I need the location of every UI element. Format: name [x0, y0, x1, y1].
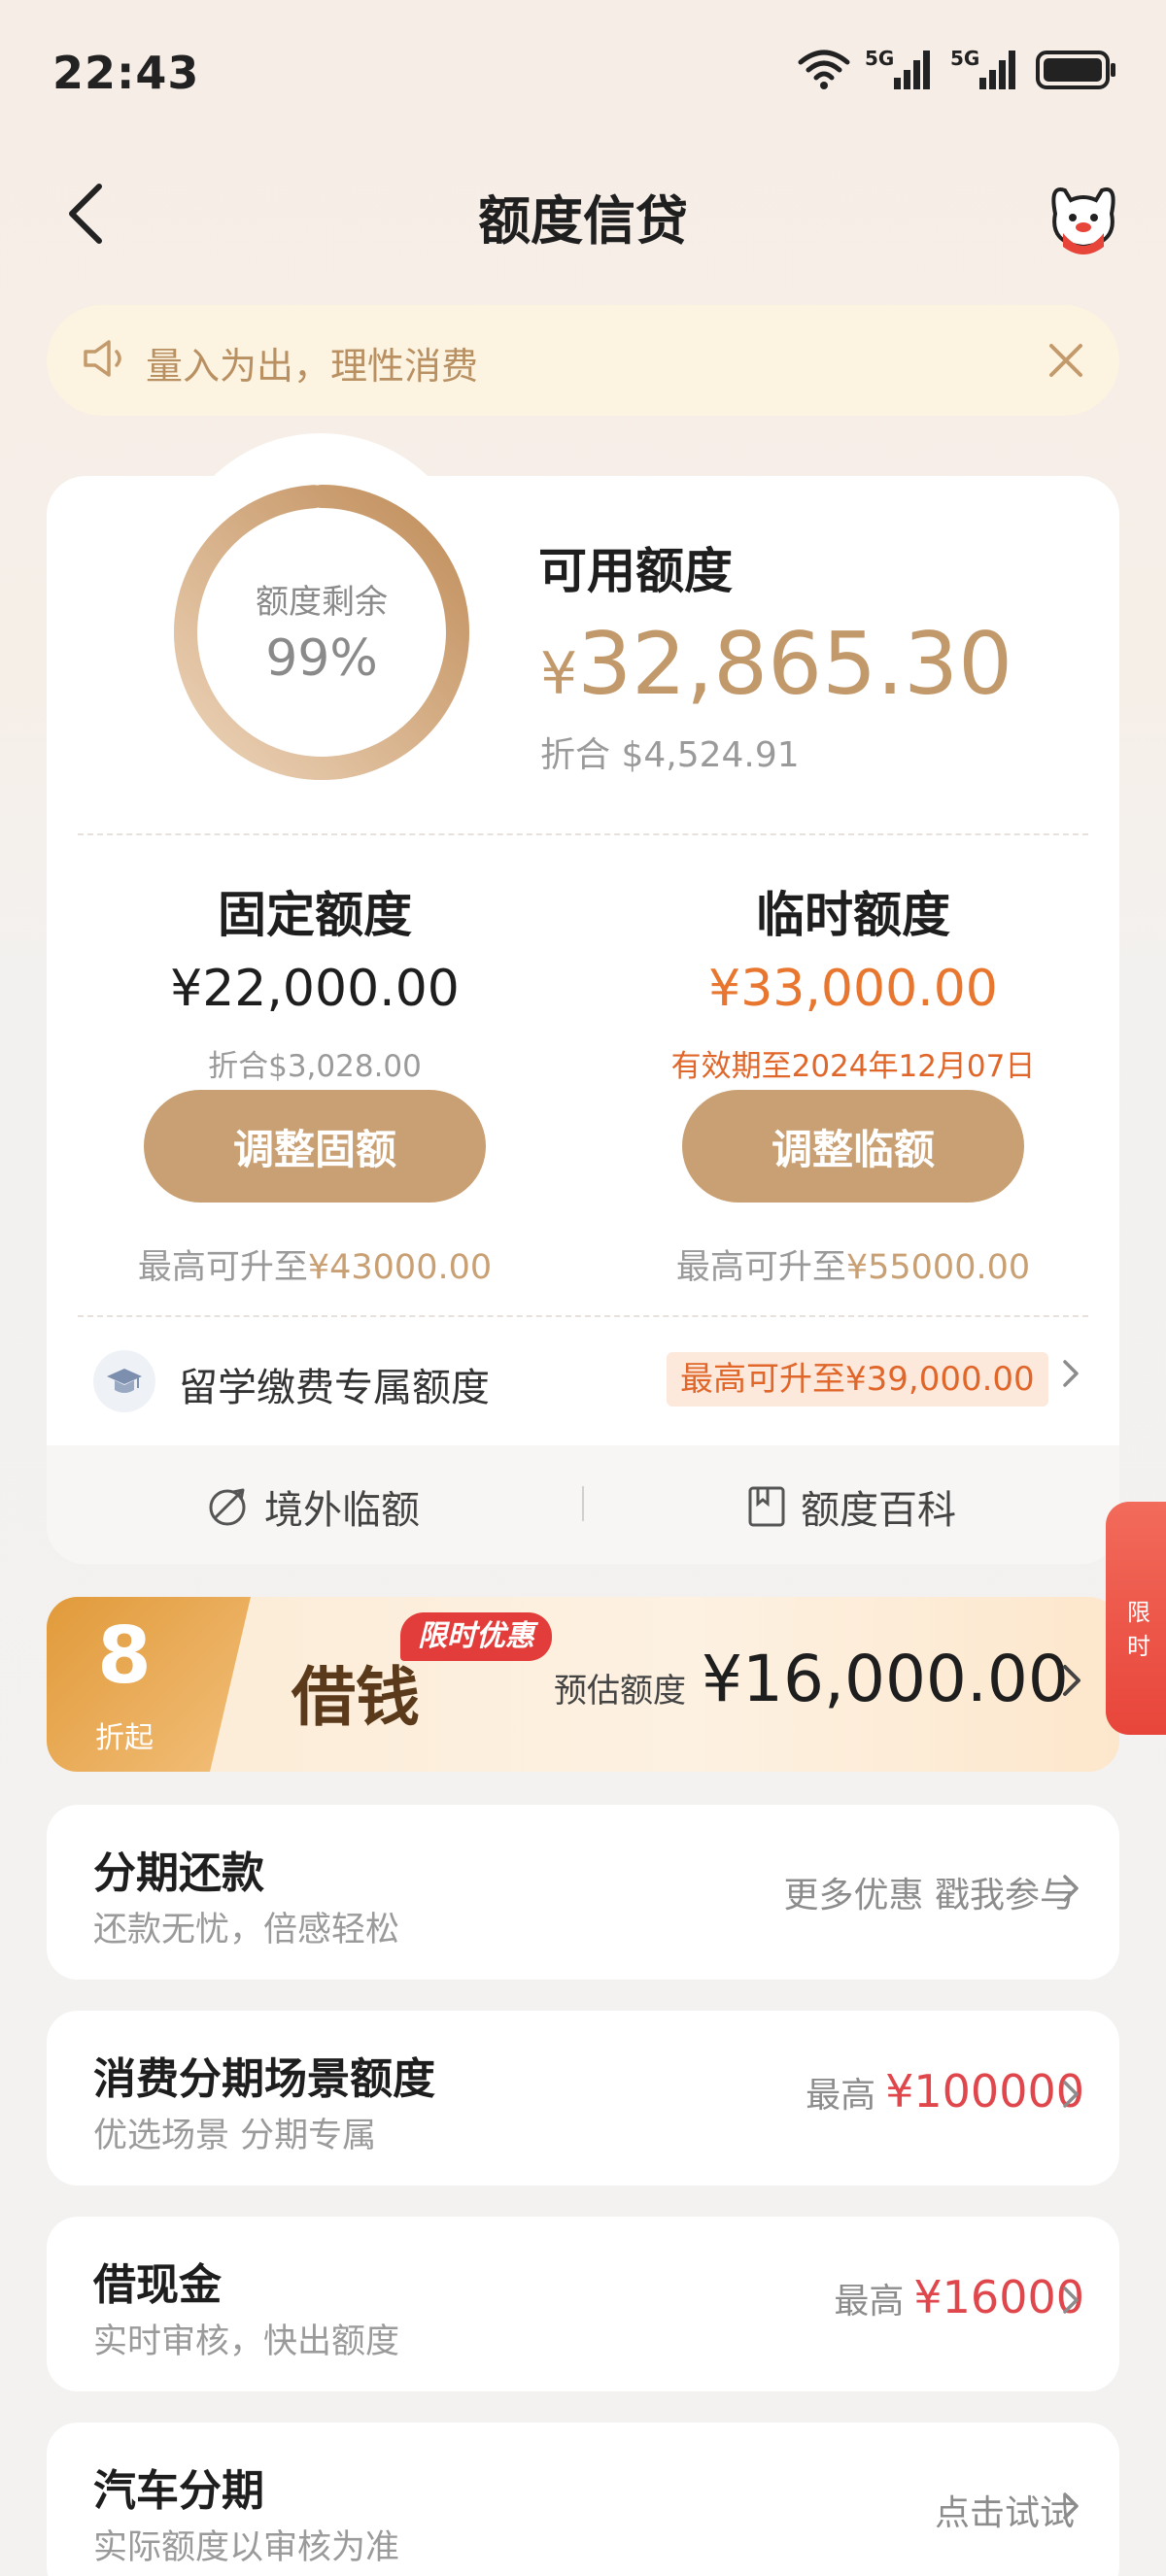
- currency-symbol: ¥: [540, 640, 578, 708]
- list-right: 最高 ¥100000: [806, 2065, 1084, 2118]
- limited-offer-tag: 限时优惠: [400, 1612, 552, 1661]
- status-time: 22:43: [52, 47, 200, 99]
- study-label[interactable]: 留学缴费专属额度: [179, 1356, 490, 1412]
- chevron-right-icon[interactable]: [1059, 2075, 1082, 2118]
- graduation-cap-icon: [93, 1350, 155, 1412]
- list-right-label: 点击试试: [934, 2493, 1075, 2533]
- divider: [78, 1315, 1088, 1317]
- list-right: 更多优惠 戳我参与: [784, 1867, 1084, 1917]
- temporary-max: 最高可升至¥55000.00: [600, 1239, 1106, 1289]
- list-subtitle: 优选场景 分期专属: [93, 2117, 377, 2155]
- footer-divider: [582, 1486, 584, 1521]
- side-tab-text: 限时: [1127, 1599, 1150, 1660]
- chevron-right-icon[interactable]: [1059, 2487, 1082, 2529]
- discount-number: 8: [97, 1610, 152, 1701]
- list-title: 汽车分期: [93, 2466, 264, 2516]
- fixed-title: 固定额度: [218, 887, 412, 943]
- book-icon: [748, 1486, 785, 1527]
- wiki-label: 额度百科: [801, 1488, 956, 1533]
- fixed-max: 最高可升至¥43000.00: [62, 1239, 567, 1289]
- fixed-converted: 折合$3,028.00: [208, 1049, 422, 1084]
- notice-text: 量入为出，理性消费: [146, 345, 479, 388]
- chevron-right-icon[interactable]: [1059, 2281, 1082, 2323]
- temporary-max-prefix: 最高可升至: [675, 1248, 846, 1287]
- list-right-label: 最高: [806, 2076, 876, 2116]
- chevron-right-icon[interactable]: [1059, 1869, 1082, 1912]
- plane-globe-icon: [209, 1488, 246, 1526]
- chevron-right-icon[interactable]: [1059, 1354, 1082, 1403]
- available-label: 可用额度: [538, 543, 733, 599]
- adjust-fixed-button[interactable]: 调整固额: [144, 1090, 486, 1203]
- estimate-label: 预估额度: [554, 1672, 686, 1711]
- signal-icon: 5G: [865, 47, 937, 91]
- list-subtitle: 还款无忧，倍感轻松: [93, 1911, 400, 1949]
- adjust-temporary-button[interactable]: 调整临额: [682, 1090, 1024, 1203]
- overseas-label: 境外临额: [264, 1488, 420, 1533]
- fixed-max-prefix: 最高可升至: [137, 1248, 308, 1287]
- list-subtitle: 实时审核，快出额度: [93, 2322, 400, 2361]
- temporary-max-value: ¥55000.00: [845, 1248, 1031, 1287]
- discount-label: 折起: [95, 1721, 154, 1755]
- temporary-expiry: 有效期至2024年12月07日: [670, 1049, 1036, 1084]
- signal-icon: 5G: [950, 47, 1022, 91]
- available-converted: 折合 $4,524.91: [540, 735, 800, 775]
- list-title: 分期还款: [93, 1848, 264, 1898]
- status-icons: 5G 5G: [797, 47, 1117, 91]
- fixed-amount: ¥22,000.00: [170, 960, 460, 1018]
- wiki-link[interactable]: 额度百科: [746, 1478, 956, 1535]
- temporary-title: 临时额度: [756, 887, 950, 943]
- chevron-right-icon[interactable]: [1059, 1659, 1084, 1706]
- estimate-amount: ¥16,000.00: [702, 1642, 1069, 1716]
- list-title: 借现金: [93, 2260, 222, 2310]
- speaker-icon: [80, 334, 128, 387]
- available-value: 32,865.30: [577, 614, 1013, 714]
- ring-value: 99%: [265, 629, 378, 688]
- list-right: 最高 ¥16000: [834, 2271, 1084, 2323]
- close-icon[interactable]: [1044, 338, 1088, 383]
- list-right-value: ¥100000: [885, 2065, 1084, 2118]
- mascot-avatar-icon[interactable]: [1040, 175, 1127, 262]
- list-right-label: 更多优惠 戳我参与: [783, 1876, 1075, 1915]
- list-title: 消费分期场景额度: [93, 2054, 435, 2104]
- list-right-label: 最高: [834, 2282, 905, 2322]
- overseas-link[interactable]: 境外临额: [206, 1478, 420, 1535]
- page-title: 额度信贷: [478, 190, 688, 252]
- divider: [78, 833, 1088, 835]
- ring-label: 额度剩余: [256, 583, 388, 622]
- fixed-max-value: ¥43000.00: [307, 1248, 493, 1287]
- battery-icon: [1036, 51, 1115, 89]
- study-badge: 最高可升至¥39,000.00: [667, 1352, 1048, 1407]
- wifi-icon: [798, 50, 850, 89]
- temporary-amount: ¥33,000.00: [708, 960, 998, 1018]
- list-subtitle: 实际额度以审核为准: [93, 2528, 400, 2567]
- available-amount: ¥32,865.30: [540, 614, 1012, 714]
